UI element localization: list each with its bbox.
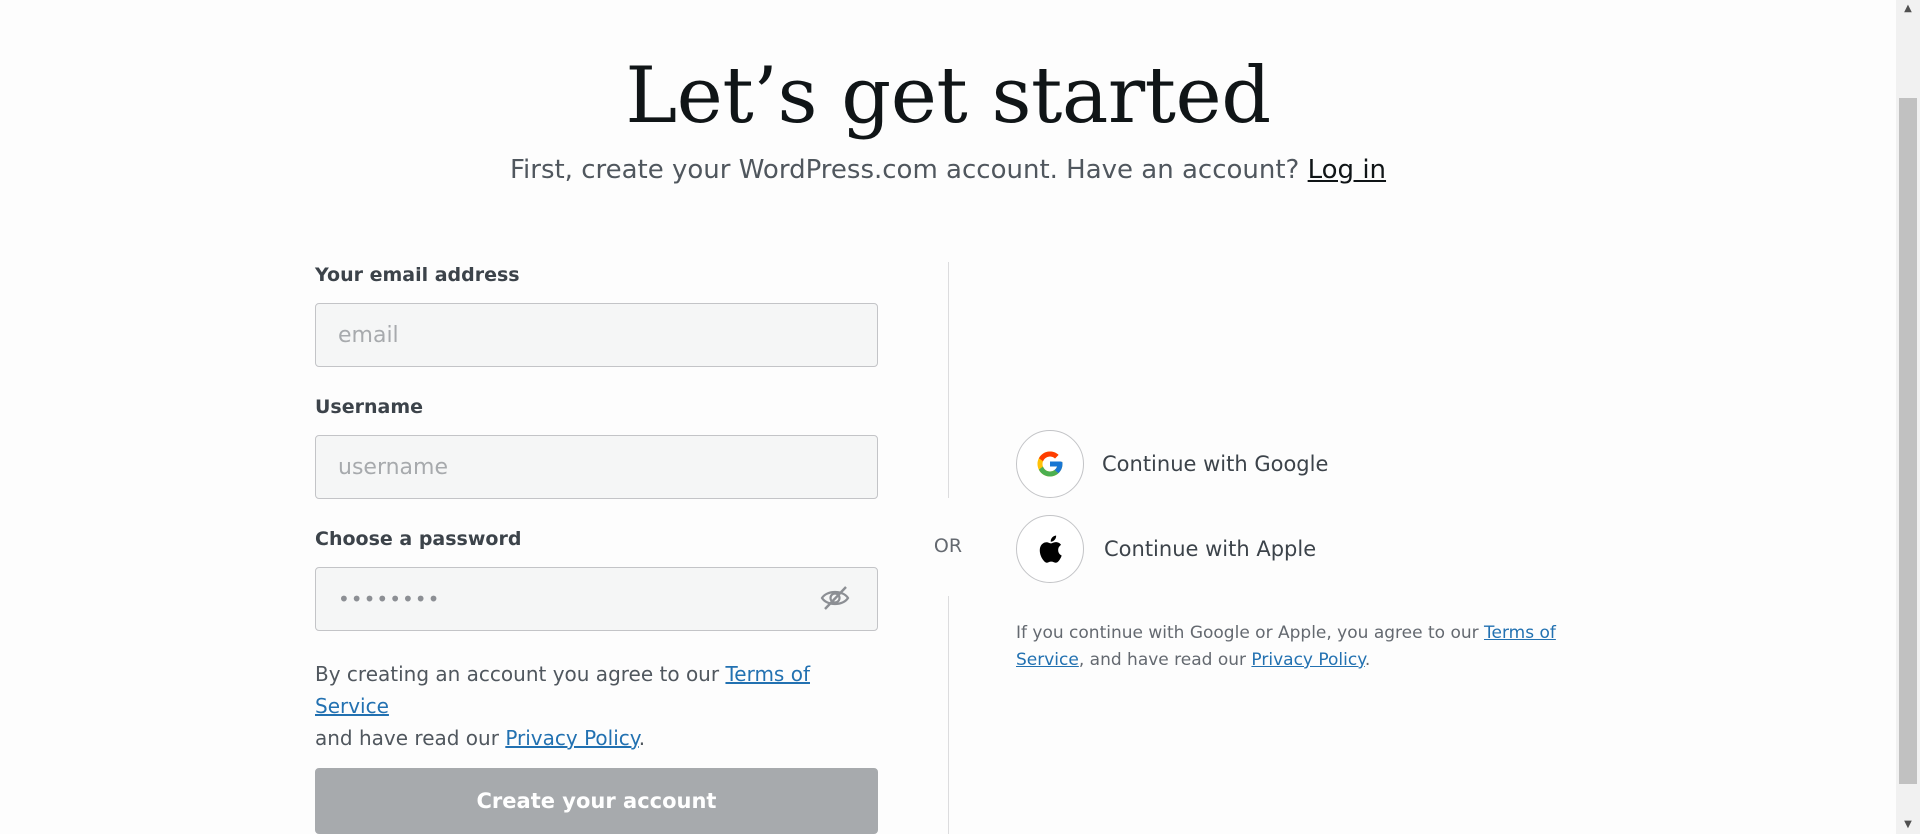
username-label: Username [315,396,424,418]
email-label: Your email address [315,264,520,286]
create-account-button[interactable]: Create your account [315,768,878,834]
divider-line-bottom [948,596,949,834]
vertical-scrollbar[interactable]: ▲ ▼ [1896,0,1920,834]
subtitle-text: First, create your WordPress.com account… [509,155,1300,185]
email-input[interactable] [315,303,878,367]
divider-line-top [948,262,949,498]
legal-middle: and have read our [315,726,499,750]
legal-suffix: . [638,726,646,750]
legal-prefix: By creating an account you agree to our [315,662,720,686]
social-legal-prefix: If you continue with Google or Apple, yo… [1016,623,1479,643]
privacy-policy-link[interactable]: Privacy Policy [505,726,638,750]
page-title: Let’s get started [625,51,1271,141]
google-icon [1016,430,1084,498]
username-input[interactable] [315,435,878,499]
scrollbar-thumb[interactable] [1899,98,1917,784]
login-link[interactable]: Log in [1308,155,1386,185]
password-label: Choose a password [315,528,522,550]
google-button-label: Continue with Google [1102,452,1329,476]
continue-with-google-button[interactable]: Continue with Google [1016,429,1328,499]
social-legal-text: If you continue with Google or Apple, yo… [1016,620,1556,674]
signup-legal-text: By creating an account you agree to our … [315,658,885,754]
social-privacy-policy-link[interactable]: Privacy Policy [1251,650,1364,670]
or-divider-label: OR [933,535,963,557]
apple-icon [1016,515,1084,583]
scroll-down-icon[interactable]: ▼ [1896,816,1920,834]
page-subtitle: First, create your WordPress.com account… [0,152,1896,188]
password-masked-value: •••••••• [338,587,441,611]
scroll-up-icon[interactable]: ▲ [1896,0,1920,18]
eye-slash-icon[interactable] [818,581,852,615]
apple-button-label: Continue with Apple [1104,537,1317,561]
signup-page: Let’s get started First, create your Wor… [0,0,1896,834]
continue-with-apple-button[interactable]: Continue with Apple [1016,514,1316,584]
social-legal-middle: , and have read our [1078,650,1247,670]
social-legal-suffix: . [1364,650,1371,670]
